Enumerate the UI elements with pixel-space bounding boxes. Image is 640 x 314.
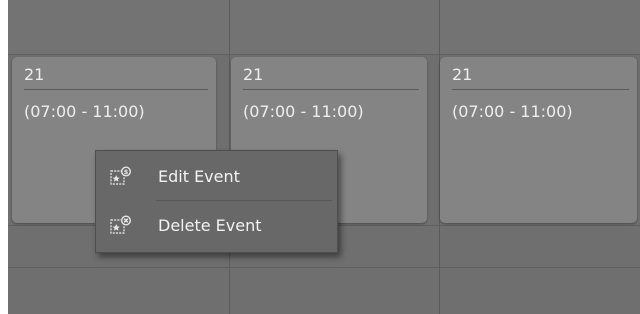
svg-text:$: $	[124, 168, 129, 176]
event-day: 21	[243, 65, 419, 90]
edit-event-icon: $	[109, 165, 133, 189]
event-time: (07:00 - 11:00)	[24, 102, 145, 121]
event-time: (07:00 - 11:00)	[243, 102, 364, 121]
edit-event-menu-item[interactable]: $ Edit Event	[96, 153, 337, 201]
menu-separator	[156, 200, 332, 201]
event-card[interactable]: 21 (07:00 - 11:00)	[440, 57, 637, 223]
event-day: 21	[24, 65, 208, 90]
delete-event-label: Delete Event	[158, 216, 262, 235]
event-day: 21	[452, 65, 629, 90]
left-border	[0, 0, 8, 314]
edit-event-label: Edit Event	[158, 167, 240, 186]
delete-event-icon	[109, 214, 133, 238]
delete-event-menu-item[interactable]: Delete Event	[96, 202, 337, 250]
event-time: (07:00 - 11:00)	[452, 102, 573, 121]
context-menu: $ Edit Event Delete Event	[95, 150, 338, 253]
calendar-header-row	[8, 0, 640, 55]
row-divider	[8, 267, 640, 268]
